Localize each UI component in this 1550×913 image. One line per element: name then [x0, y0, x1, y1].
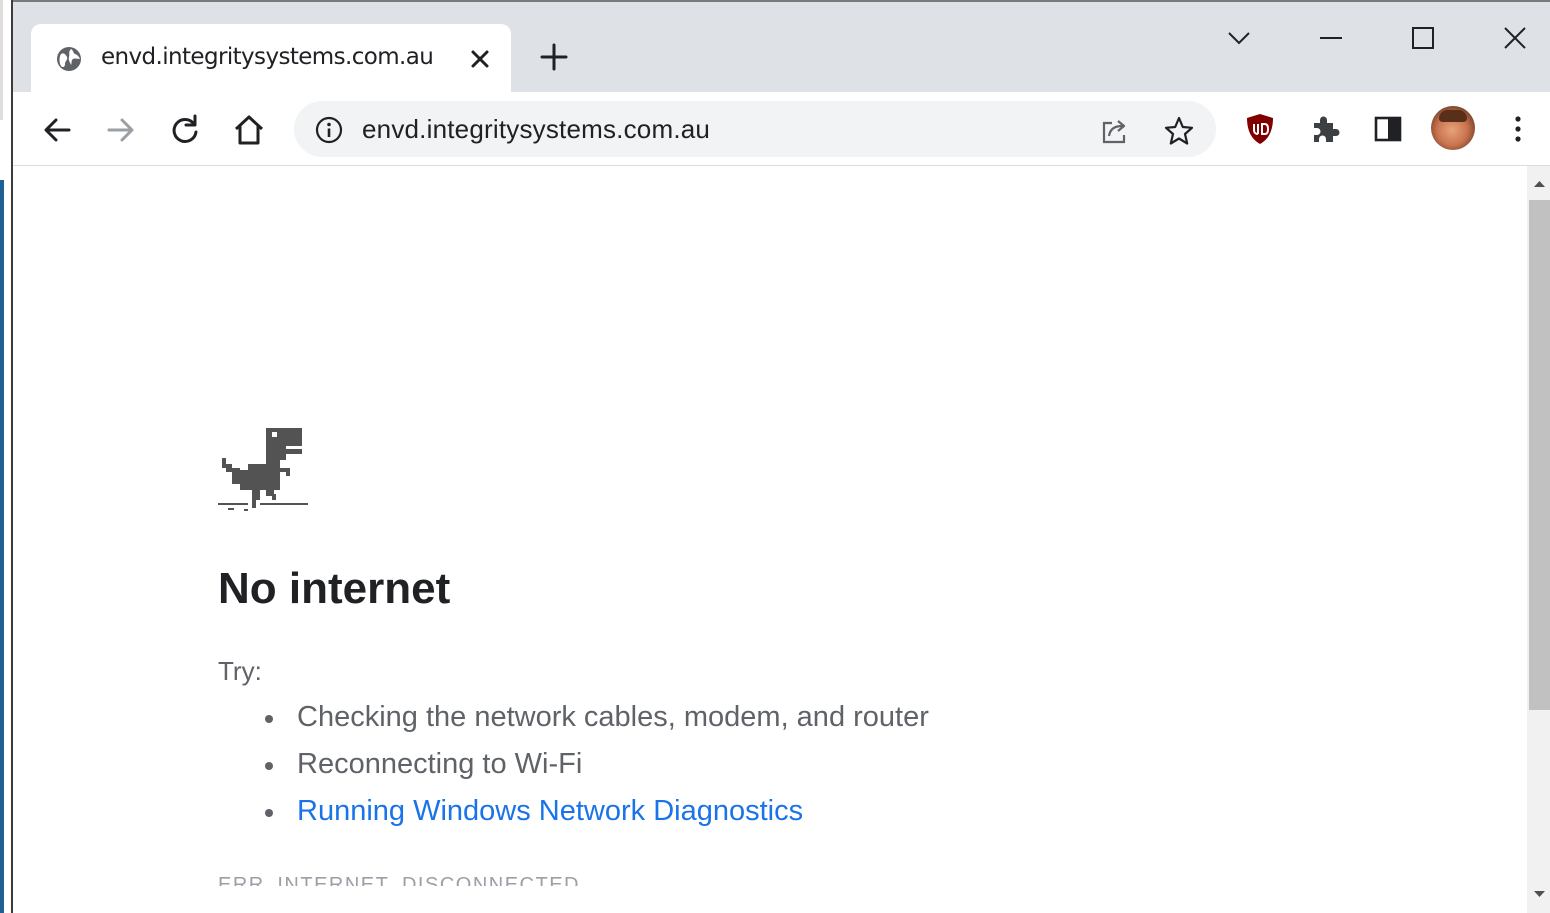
desktop-edge-blue — [0, 180, 4, 913]
suggestion-item: Checking the network cables, modem, and … — [265, 694, 929, 741]
browser-window: envd.integritysystems.com.au envd.integr… — [11, 0, 1550, 913]
new-tab-plus-icon[interactable] — [537, 40, 571, 74]
ublock-origin-icon[interactable] — [1241, 110, 1279, 148]
home-icon[interactable] — [229, 110, 269, 150]
side-panel-icon[interactable] — [1369, 110, 1407, 148]
globe-icon — [55, 45, 83, 73]
close-tab-icon[interactable] — [467, 46, 493, 72]
scrollbar-thumb[interactable] — [1529, 200, 1550, 710]
page-content: No internet Try: Checking the network ca… — [13, 166, 1527, 913]
share-icon[interactable] — [1098, 114, 1132, 148]
site-info-icon[interactable] — [314, 115, 344, 145]
close-window-icon[interactable] — [1497, 20, 1533, 56]
profile-avatar[interactable] — [1431, 106, 1475, 150]
try-label: Try: — [218, 656, 262, 686]
tab-title: envd.integritysystems.com.au — [101, 44, 434, 70]
title-bar: envd.integritysystems.com.au — [13, 0, 1550, 92]
vertical-scrollbar[interactable] — [1527, 166, 1550, 913]
desktop-edge-dark — [0, 0, 3, 120]
bookmark-star-icon[interactable] — [1162, 114, 1196, 148]
suggestion-item: Reconnecting to Wi-Fi — [265, 741, 929, 788]
desktop-edge — [0, 0, 11, 913]
address-bar[interactable]: envd.integritysystems.com.au — [294, 101, 1216, 157]
address-bar-url: envd.integritysystems.com.au — [362, 114, 711, 144]
suggestion-list: Checking the network cables, modem, and … — [265, 694, 929, 835]
scroll-up-arrow-icon[interactable] — [1527, 174, 1550, 194]
error-code: ERR_INTERNET_DISCONNECTED — [218, 874, 580, 886]
browser-tab-active[interactable]: envd.integritysystems.com.au — [31, 24, 511, 92]
scroll-down-arrow-icon[interactable] — [1527, 884, 1550, 904]
reload-icon[interactable] — [165, 110, 205, 150]
error-heading: No internet — [218, 564, 451, 613]
offline-dinosaur-icon[interactable] — [218, 424, 310, 516]
window-top-border — [13, 0, 1550, 8]
extensions-puzzle-icon[interactable] — [1305, 110, 1343, 148]
network-diagnostics-link[interactable]: Running Windows Network Diagnostics — [265, 788, 929, 835]
back-arrow-icon[interactable] — [37, 110, 77, 150]
maximize-icon[interactable] — [1405, 20, 1441, 56]
more-menu-icon[interactable] — [1499, 110, 1537, 148]
forward-arrow-icon[interactable] — [101, 110, 141, 150]
tab-search-chevron-icon[interactable] — [1221, 20, 1257, 56]
minimize-icon[interactable] — [1313, 20, 1349, 56]
browser-toolbar: envd.integritysystems.com.au — [13, 92, 1550, 166]
